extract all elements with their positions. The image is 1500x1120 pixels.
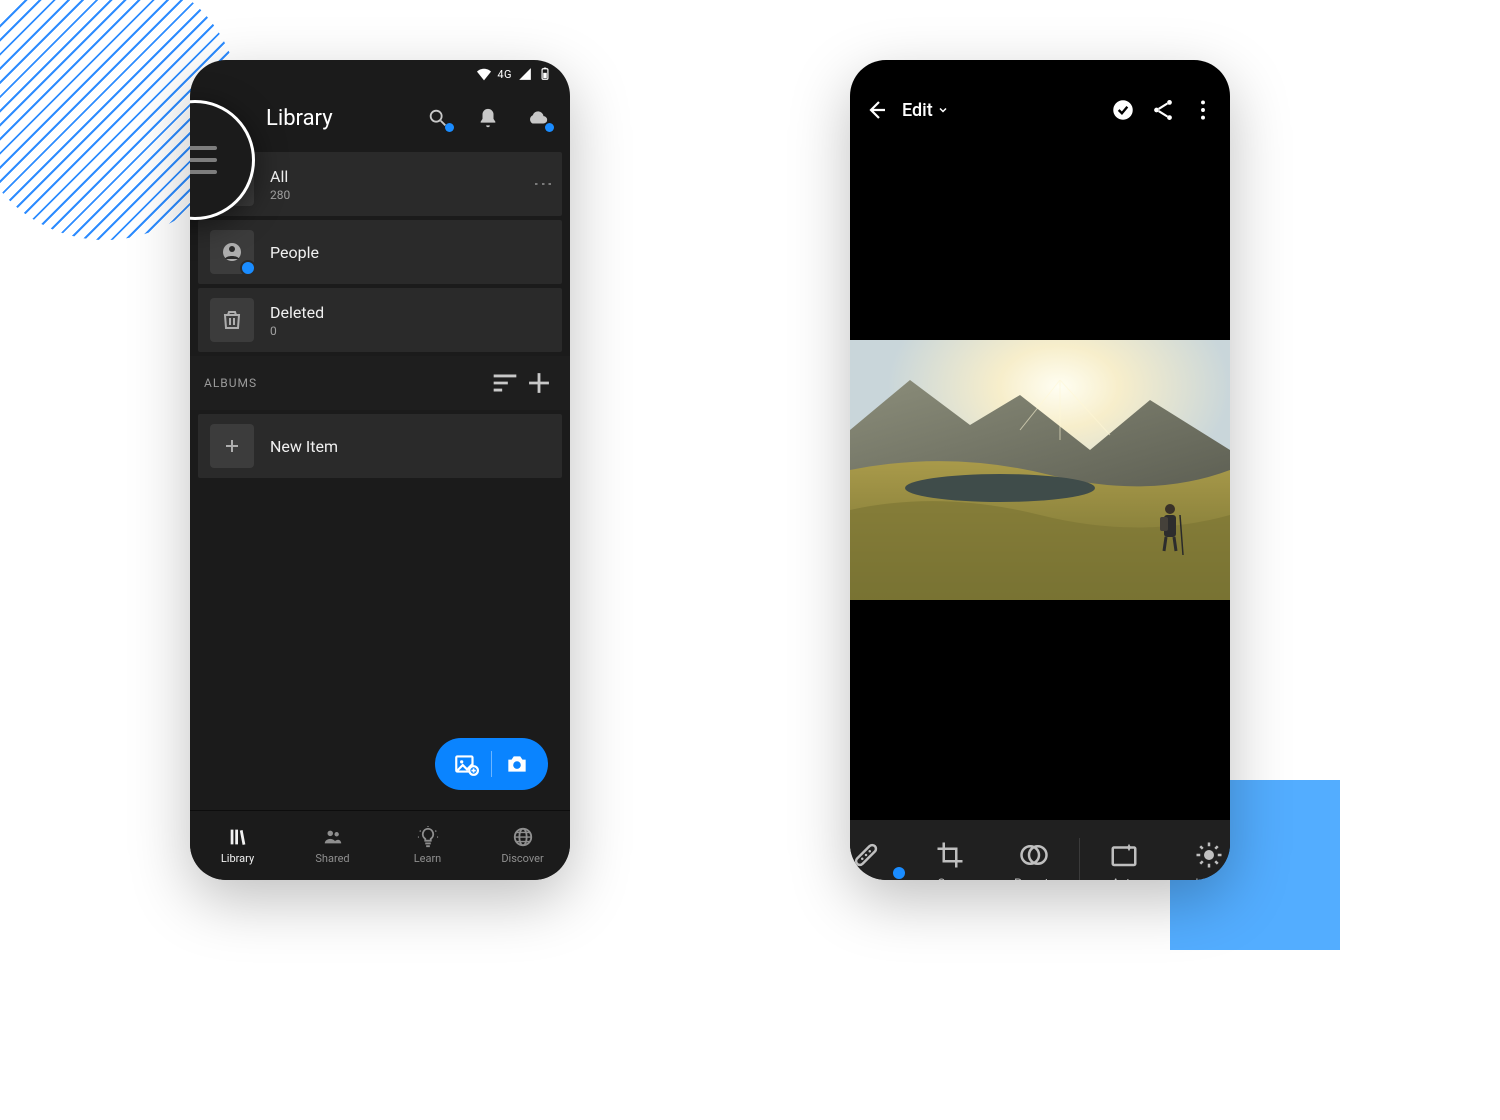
tool-label: Crop (937, 876, 962, 880)
crop-icon (935, 840, 965, 870)
signal-icon (518, 67, 532, 81)
healing-icon (851, 840, 881, 870)
add-album-button[interactable] (522, 366, 556, 400)
tab-learn[interactable]: Learn (380, 826, 475, 865)
sort-icon (488, 366, 522, 400)
person-icon (210, 230, 254, 274)
library-row-deleted[interactable]: Deleted 0 (198, 288, 562, 352)
photo-preview[interactable] (850, 340, 1230, 600)
page-title: Library (266, 106, 408, 131)
chevron-down-icon (937, 104, 949, 116)
check-circle-icon (1110, 97, 1136, 123)
light-icon (1194, 840, 1224, 870)
share-button[interactable] (1150, 97, 1176, 123)
battery-icon (538, 67, 552, 81)
tool-presets[interactable]: Presets (994, 840, 1074, 880)
books-icon (227, 826, 249, 848)
tab-label: Learn (414, 852, 442, 865)
row-subtitle: 280 (270, 188, 522, 202)
network-label: 4G (497, 68, 512, 81)
album-row-new[interactable]: New Item (198, 414, 562, 478)
bell-icon (477, 107, 499, 129)
row-subtitle: 0 (270, 324, 550, 338)
status-bar: 4G (190, 60, 570, 88)
tool-label: Light (1195, 876, 1222, 880)
plus-tile-icon (210, 424, 254, 468)
share-icon (1150, 97, 1176, 123)
overflow-button[interactable] (1190, 97, 1216, 123)
tool-light[interactable]: Light (1169, 840, 1230, 880)
presets-icon (1019, 840, 1049, 870)
row-title: All (270, 167, 522, 186)
cloud-sync-button[interactable] (518, 98, 558, 138)
toolbar-separator (1079, 838, 1080, 880)
tab-label: Library (221, 852, 254, 865)
row-overflow[interactable]: ⋮ (538, 174, 550, 194)
wifi-icon (477, 67, 491, 81)
tool-label: Presets (1014, 876, 1055, 880)
auto-icon (1109, 840, 1139, 870)
albums-section-header: ALBUMS (190, 356, 570, 410)
tab-label: Shared (315, 852, 349, 865)
people-icon (322, 826, 344, 848)
row-title: Deleted (270, 303, 550, 322)
tool-label: Healing (850, 876, 886, 880)
notifications-button[interactable] (468, 98, 508, 138)
row-title: New Item (270, 437, 550, 456)
edit-title[interactable]: Edit (902, 100, 949, 121)
bulb-icon (417, 826, 439, 848)
row-title: People (270, 243, 550, 262)
fab-separator (491, 751, 492, 777)
search-button[interactable] (418, 98, 458, 138)
globe-icon (512, 826, 534, 848)
tool-healing[interactable]: Healing (850, 840, 906, 880)
albums-label: ALBUMS (204, 376, 257, 390)
edit-header: Edit (850, 80, 1230, 140)
accept-button[interactable] (1110, 97, 1136, 123)
tool-crop[interactable]: Crop (910, 840, 990, 880)
phone-library: 4G Library All 280 ⋮ People (190, 60, 570, 880)
library-row-people[interactable]: People (198, 220, 562, 284)
more-vert-icon (1190, 97, 1216, 123)
fab-add-capture[interactable] (435, 738, 548, 790)
back-button[interactable] (864, 98, 888, 122)
tool-auto[interactable]: Auto (1084, 840, 1164, 880)
trash-icon (210, 298, 254, 342)
tab-library[interactable]: Library (190, 826, 285, 865)
tab-label: Discover (501, 852, 543, 865)
camera-icon (504, 751, 530, 777)
edit-toolbar: Masking Healing Crop Presets Auto Ligh (850, 820, 1230, 880)
phone-edit: Edit (850, 60, 1230, 880)
tab-discover[interactable]: Discover (475, 826, 570, 865)
add-photo-icon (453, 751, 479, 777)
bottom-tabs: Library Shared Learn Discover (190, 810, 570, 880)
cloud-icon (527, 107, 549, 129)
search-icon (427, 107, 449, 129)
tab-shared[interactable]: Shared (285, 826, 380, 865)
sort-button[interactable] (488, 366, 522, 400)
plus-icon (522, 366, 556, 400)
hamburger-icon (190, 146, 217, 174)
tool-label: Auto (1112, 876, 1137, 880)
